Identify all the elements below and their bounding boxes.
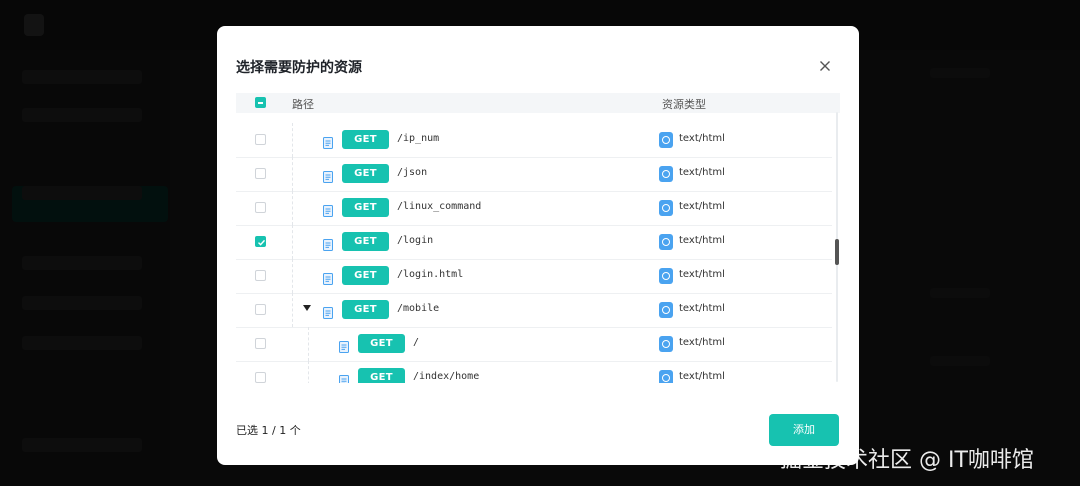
- modal-title: 选择需要防护的资源: [236, 60, 362, 76]
- resource-path: /login: [397, 235, 434, 246]
- resource-type: text/html: [679, 371, 725, 382]
- table-row[interactable]: GET/json text/html: [236, 157, 832, 192]
- resource-path: /mobile: [397, 303, 440, 314]
- watermark: 掘金技术社区 @ IT咖啡馆: [780, 448, 1034, 473]
- row-checkbox[interactable]: [255, 338, 266, 349]
- table-row[interactable]: GET/linux_command text/html: [236, 191, 832, 226]
- tree-guide-line: [292, 225, 293, 259]
- resource-type: text/html: [679, 133, 725, 144]
- table-row[interactable]: GET/ip_num text/html: [236, 123, 832, 158]
- close-button[interactable]: [815, 56, 835, 76]
- table-row[interactable]: GET/login.html text/html: [236, 259, 832, 294]
- row-checkbox[interactable]: [255, 236, 266, 247]
- table-row[interactable]: GET/index/home text/html: [236, 361, 832, 383]
- resource-select-modal: 选择需要防护的资源 路径 资源类型 GET/ip_num text/html GET…: [217, 26, 859, 465]
- row-checkbox[interactable]: [255, 202, 266, 213]
- method-badge: GET: [358, 368, 405, 383]
- tree-guide-line: [292, 123, 293, 157]
- html-type-icon: [659, 268, 673, 284]
- table-row[interactable]: GET/login text/html: [236, 225, 832, 260]
- table-header: 路径 资源类型: [236, 93, 840, 113]
- table-row[interactable]: GET/mobile text/html: [236, 293, 832, 328]
- tree-guide-line: [292, 191, 293, 225]
- resource-path: /linux_command: [397, 201, 482, 212]
- document-icon: [339, 372, 349, 383]
- resource-type: text/html: [679, 235, 725, 246]
- html-type-icon: [659, 336, 673, 352]
- resource-path: /index/home: [413, 371, 480, 382]
- table-row[interactable]: GET / text/html: [236, 327, 832, 362]
- resource-type: text/html: [679, 167, 725, 178]
- document-icon: [323, 270, 333, 285]
- row-checkbox[interactable]: [255, 304, 266, 315]
- close-icon: [820, 61, 830, 71]
- tree-guide-line: [308, 327, 309, 361]
- document-icon: [323, 304, 333, 319]
- tree-guide-line: [308, 361, 309, 383]
- method-badge: GET: [342, 300, 389, 319]
- resource-path: /login.html: [397, 269, 464, 280]
- column-header-resource-type: 资源类型: [662, 98, 706, 111]
- html-type-icon: [659, 200, 673, 216]
- resource-path: /: [413, 337, 420, 348]
- method-badge: GET: [342, 164, 389, 183]
- column-header-path: 路径: [292, 98, 314, 111]
- resource-type: text/html: [679, 303, 725, 314]
- document-icon: [339, 338, 349, 353]
- resource-path: /json: [397, 167, 428, 178]
- row-checkbox[interactable]: [255, 168, 266, 179]
- html-type-icon: [659, 234, 673, 250]
- method-badge: GET: [358, 334, 405, 353]
- row-checkbox[interactable]: [255, 134, 266, 145]
- tree-guide-line: [292, 293, 293, 327]
- document-icon: [323, 236, 333, 251]
- tree-guide-line: [292, 259, 293, 293]
- html-type-icon: [659, 132, 673, 148]
- method-badge: GET: [342, 198, 389, 217]
- method-badge: GET: [342, 266, 389, 285]
- resource-type: text/html: [679, 269, 725, 280]
- row-checkbox[interactable]: [255, 270, 266, 281]
- document-icon: [323, 202, 333, 217]
- document-icon: [323, 168, 333, 183]
- tree-guide-line: [292, 157, 293, 191]
- resource-type: text/html: [679, 337, 725, 348]
- method-badge: GET: [342, 232, 389, 251]
- row-checkbox[interactable]: [255, 372, 266, 383]
- select-all-checkbox[interactable]: [255, 97, 266, 108]
- html-type-icon: [659, 166, 673, 182]
- scrollbar-thumb[interactable]: [835, 239, 839, 265]
- selected-count: 已选 1 / 1 个: [236, 424, 301, 437]
- html-type-icon: [659, 370, 673, 383]
- caret-down-icon[interactable]: [303, 305, 311, 311]
- resource-path: /ip_num: [397, 133, 440, 144]
- resource-table: 路径 资源类型 GET/ip_num text/html GET/json text/…: [236, 93, 840, 383]
- html-type-icon: [659, 302, 673, 318]
- resource-type: text/html: [679, 201, 725, 212]
- document-icon: [323, 134, 333, 149]
- method-badge: GET: [342, 130, 389, 149]
